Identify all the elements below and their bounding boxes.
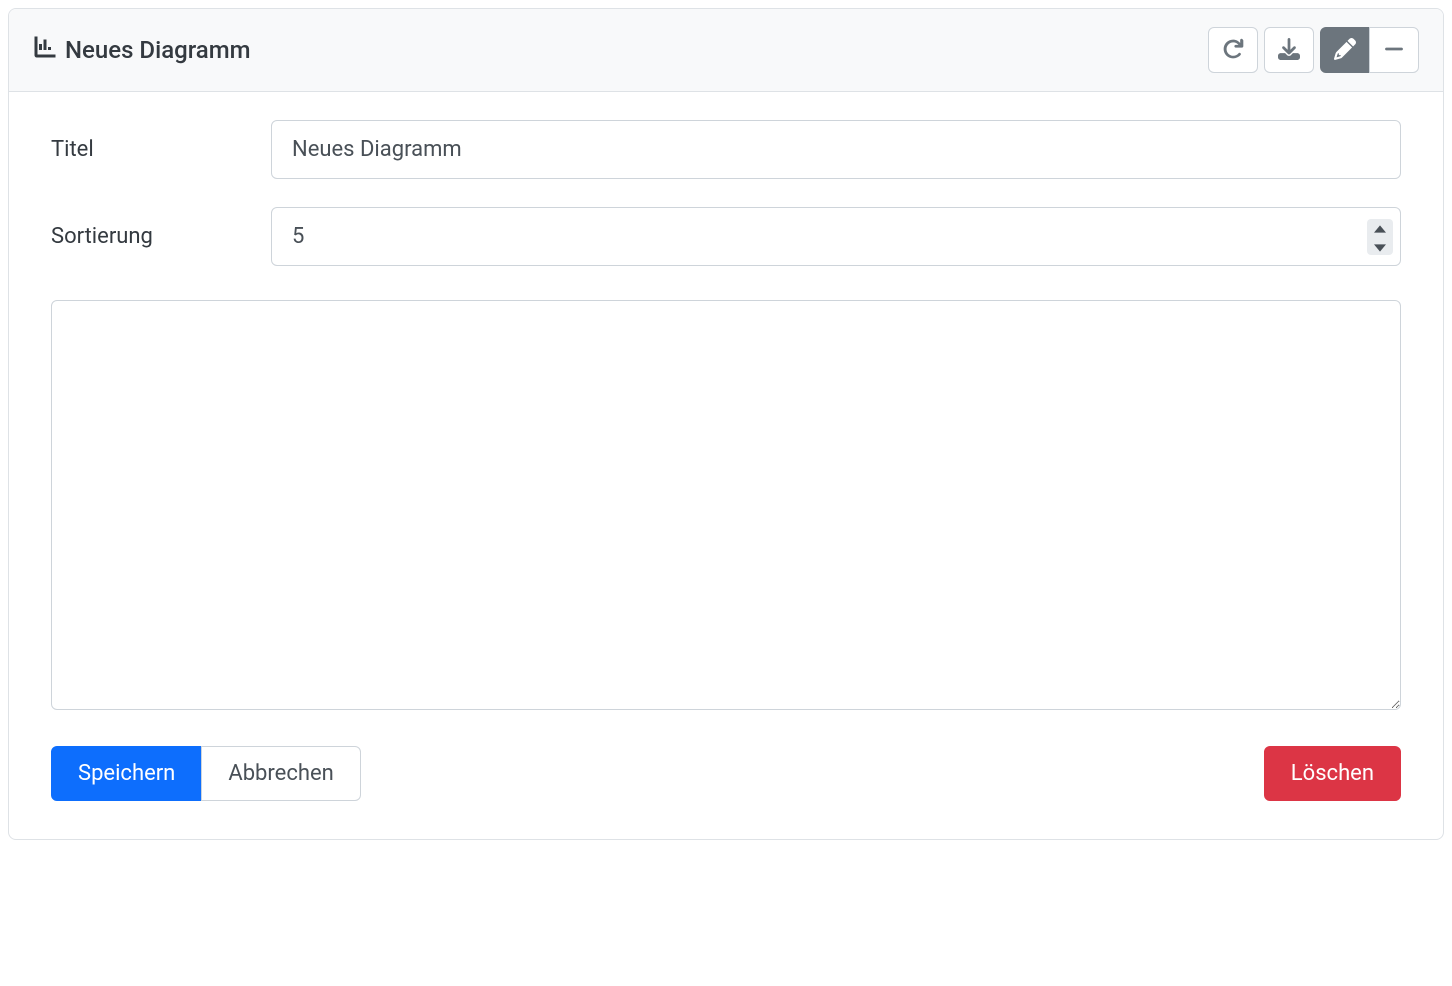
sort-input[interactable] <box>271 207 1401 266</box>
title-input[interactable] <box>271 120 1401 179</box>
sort-stepper[interactable] <box>1367 219 1393 255</box>
header-actions <box>1208 27 1419 73</box>
sort-input-wrap <box>271 207 1401 266</box>
sort-row: Sortierung <box>51 207 1401 266</box>
delete-button[interactable]: Löschen <box>1264 746 1401 801</box>
button-row: Speichern Abbrechen Löschen <box>51 746 1401 801</box>
edit-button[interactable] <box>1320 27 1370 73</box>
title-row: Titel <box>51 120 1401 179</box>
save-button[interactable]: Speichern <box>51 746 202 801</box>
chevron-up-icon <box>1374 218 1386 237</box>
refresh-button[interactable] <box>1208 27 1258 73</box>
title-label: Titel <box>51 137 271 162</box>
button-group-left: Speichern Abbrechen <box>51 746 361 801</box>
sort-label: Sortierung <box>51 224 271 249</box>
minus-icon <box>1383 38 1405 63</box>
card-title-text: Neues Diagramm <box>65 36 251 64</box>
download-button[interactable] <box>1264 27 1314 73</box>
card-title: Neues Diagramm <box>33 35 251 65</box>
download-icon <box>1278 38 1300 63</box>
collapse-button[interactable] <box>1369 27 1419 73</box>
chart-editor-card: Neues Diagramm <box>8 8 1444 840</box>
chart-bar-icon <box>33 35 57 65</box>
refresh-icon <box>1222 38 1244 63</box>
card-header: Neues Diagramm <box>9 9 1443 92</box>
content-textarea[interactable] <box>51 300 1401 710</box>
card-body: Titel Sortierung Speichern Abbrechen Lös… <box>9 92 1443 839</box>
chevron-down-icon <box>1374 237 1386 256</box>
pencil-icon <box>1334 38 1356 63</box>
cancel-button[interactable]: Abbrechen <box>201 746 360 801</box>
title-input-wrap <box>271 120 1401 179</box>
